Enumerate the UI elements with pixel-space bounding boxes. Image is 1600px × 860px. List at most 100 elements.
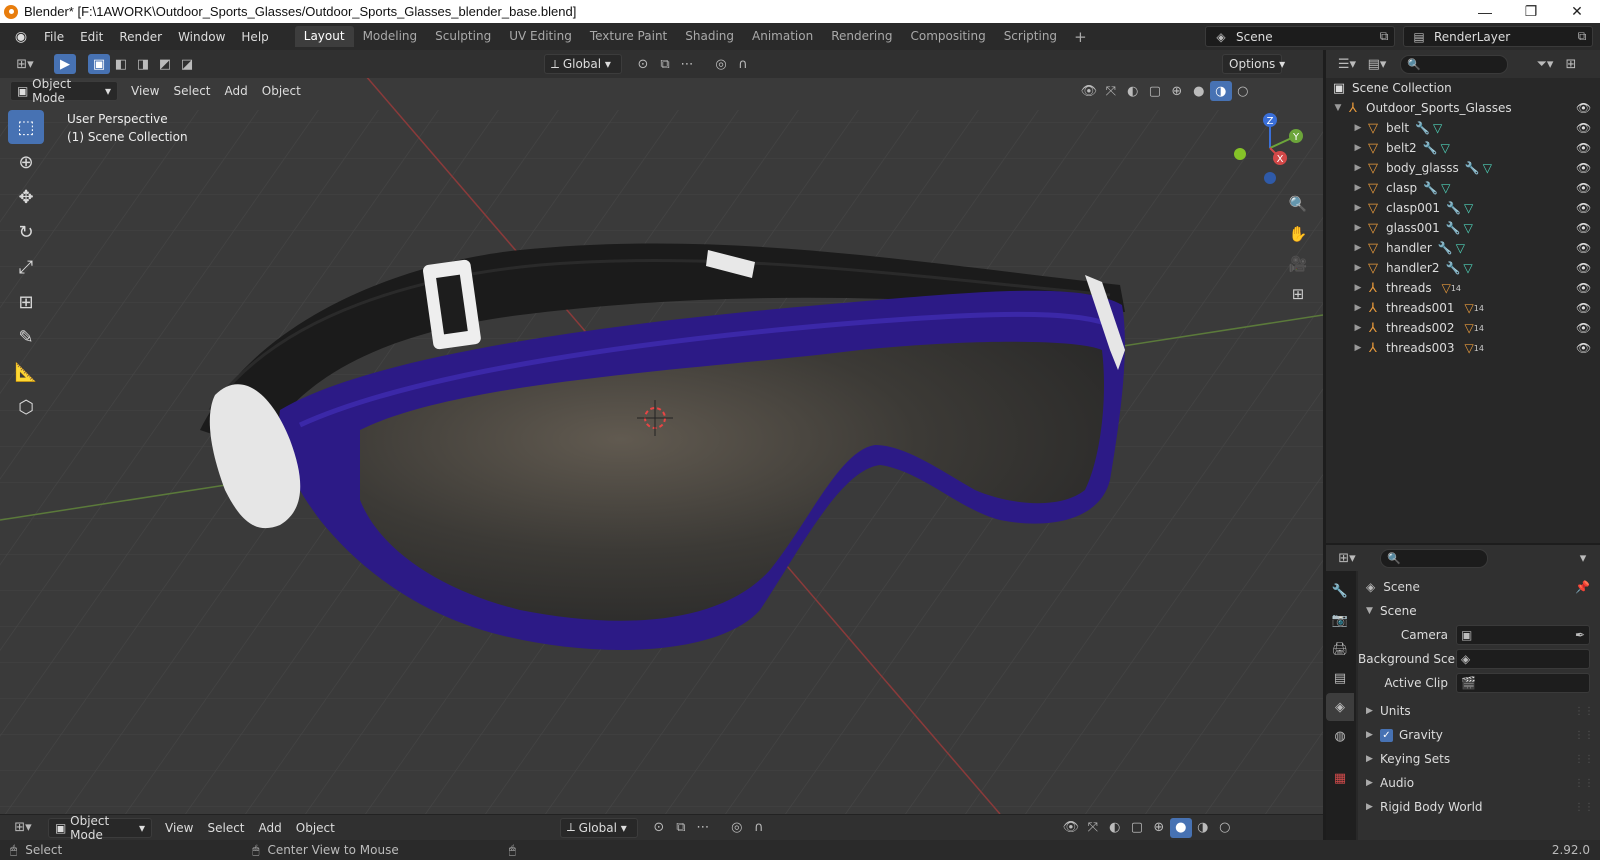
tab-uv-editing[interactable]: UV Editing xyxy=(500,26,581,47)
shading-material-icon[interactable]: ◑ xyxy=(1209,81,1232,101)
visibility-eye-icon[interactable]: 👁 xyxy=(1576,141,1592,155)
mode-extend-icon[interactable]: ◧ xyxy=(110,54,132,74)
section-header[interactable]: ▶ Keying Sets ⋮⋮ xyxy=(1358,747,1600,771)
shading-wire-icon[interactable]: ⊕ xyxy=(1166,81,1188,101)
visibility-eye-icon[interactable]: 👁 xyxy=(1576,281,1592,295)
mesh-data-icon[interactable]: ▽ xyxy=(1464,221,1473,235)
outliner-item[interactable]: ▶ ▽ glass001 🔧 ▽ 👁 xyxy=(1326,218,1600,238)
expand-arrow-icon[interactable]: ▶ xyxy=(1352,243,1364,253)
transform-orientation-dropdown[interactable]: ⟂ Global ▾ xyxy=(544,54,622,74)
minimize-button[interactable]: — xyxy=(1462,4,1508,20)
mesh-data-icon[interactable]: ▽ xyxy=(1465,321,1474,335)
expand-arrow-icon[interactable]: ▶ xyxy=(1352,323,1364,333)
expand-arrow-icon[interactable]: ▶ xyxy=(1352,183,1364,193)
outliner-item[interactable]: ▶ ▽ clasp 🔧 ▽ 👁 xyxy=(1326,178,1600,198)
expand-arrow-icon[interactable]: ▶ xyxy=(1352,203,1364,213)
section-header[interactable]: ▶ Rigid Body World ⋮⋮ xyxy=(1358,795,1600,819)
mode-intersect-icon[interactable]: ◪ xyxy=(176,54,198,74)
outliner-scene-collection[interactable]: ▣ Scene Collection xyxy=(1326,78,1600,98)
world-tab-icon[interactable]: ◍ xyxy=(1326,722,1354,750)
outliner-item[interactable]: ▶ ⅄ threads003 ▽ 14 👁 xyxy=(1326,338,1600,358)
properties-menu-icon[interactable]: ▾ xyxy=(1572,548,1594,568)
bottom-shading-solid-icon[interactable]: ● xyxy=(1169,817,1192,838)
outliner-item[interactable]: ▶ ⅄ threads002 ▽ 14 👁 xyxy=(1326,318,1600,338)
menu-render[interactable]: Render xyxy=(111,27,170,47)
modifier-wrench-icon[interactable]: 🔧 xyxy=(1423,181,1438,195)
bottom-xray-icon[interactable]: ▢ xyxy=(1126,818,1148,838)
scene-name[interactable]: Scene xyxy=(1232,30,1374,44)
bottom-gizmo-icon[interactable]: ⤧ xyxy=(1082,818,1104,838)
properties-search-input[interactable]: 🔍 xyxy=(1380,548,1488,568)
xray-icon[interactable]: ▢ xyxy=(1144,81,1166,101)
modifier-wrench-icon[interactable]: 🔧 xyxy=(1446,201,1461,215)
modifier-wrench-icon[interactable]: 🔧 xyxy=(1438,241,1453,255)
visibility-eye-icon[interactable]: 👁 xyxy=(1576,181,1592,195)
menu-help[interactable]: Help xyxy=(233,27,276,47)
display-mode-icon[interactable]: ▤▾ xyxy=(1362,54,1392,74)
bottom-shading-wire-icon[interactable]: ⊕ xyxy=(1148,818,1170,838)
overlay-icon[interactable]: ◐ xyxy=(1122,81,1144,101)
editor-type-icon[interactable]: ⊞▾ xyxy=(10,54,40,74)
pin-icon[interactable]: 📌 xyxy=(1575,580,1590,594)
expand-arrow-icon[interactable]: ▶ xyxy=(1352,143,1364,153)
bottom-snap-element-icon[interactable]: ⋯ xyxy=(692,818,714,838)
bottom-mode-dropdown[interactable]: ▣ Object Mode ▾ xyxy=(48,814,152,842)
menu-window[interactable]: Window xyxy=(170,27,233,47)
bottom-menu-select[interactable]: Select xyxy=(200,818,251,838)
tab-shading[interactable]: Shading xyxy=(676,26,743,47)
copy-scene-icon[interactable]: ⧉ xyxy=(1374,29,1394,44)
shading-solid-icon[interactable]: ● xyxy=(1188,81,1210,101)
3d-viewport[interactable]: User Perspective (1) Scene Collection ⬚ … xyxy=(0,50,1323,814)
add-cube-tool[interactable]: ⬡ xyxy=(8,390,44,424)
rotate-tool[interactable]: ↻ xyxy=(8,215,44,249)
tab-layout[interactable]: Layout xyxy=(294,26,354,47)
bottom-falloff-icon[interactable]: ∩ xyxy=(748,818,770,838)
gravity-checkbox[interactable]: ✓ xyxy=(1380,728,1393,742)
tab-modeling[interactable]: Modeling xyxy=(354,26,427,47)
filter-icon[interactable]: ⏷▾ xyxy=(1530,54,1560,74)
expand-arrow-icon[interactable]: ▶ xyxy=(1352,163,1364,173)
close-button[interactable]: ✕ xyxy=(1554,3,1600,20)
active-clip-field[interactable]: 🎬 xyxy=(1456,673,1590,693)
mesh-data-icon[interactable]: ▽ xyxy=(1441,181,1450,195)
mesh-data-icon[interactable]: ▽ xyxy=(1433,121,1442,135)
outliner-item[interactable]: ▶ ▽ handler 🔧 ▽ 👁 xyxy=(1326,238,1600,258)
new-collection-icon[interactable]: ⊞ xyxy=(1560,54,1582,74)
visibility-eye-icon[interactable]: 👁 xyxy=(1576,241,1592,255)
bottom-overlay-icon[interactable]: ◐ xyxy=(1104,818,1126,838)
bottom-menu-object[interactable]: Object xyxy=(289,818,342,838)
tab-scripting[interactable]: Scripting xyxy=(995,26,1066,47)
mesh-data-icon[interactable]: ▽ xyxy=(1441,141,1450,155)
bottom-snap-icon[interactable]: ⧉ xyxy=(670,818,692,838)
modifier-wrench-icon[interactable]: 🔧 xyxy=(1415,121,1430,135)
mesh-data-icon[interactable]: ▽ xyxy=(1465,301,1474,315)
menu-select[interactable]: Select xyxy=(166,81,217,101)
outliner-item[interactable]: ▶ ▽ body_glasss 🔧 ▽ 👁 xyxy=(1326,158,1600,178)
modifier-wrench-icon[interactable]: 🔧 xyxy=(1465,161,1480,175)
drag-handle-icon[interactable]: ⋮⋮ xyxy=(1574,778,1594,789)
copy-layer-icon[interactable]: ⧉ xyxy=(1572,29,1592,44)
bottom-transform-orientation[interactable]: ⟂ Global ▾ xyxy=(559,817,638,838)
tab-compositing[interactable]: Compositing xyxy=(901,26,994,47)
blender-menu-icon[interactable]: ◉ xyxy=(6,27,36,47)
tool-tab-icon[interactable]: 🔧 xyxy=(1326,577,1354,605)
outliner-item[interactable]: ▶ ⅄ threads ▽ 14 👁 xyxy=(1326,278,1600,298)
view-layer-name[interactable]: RenderLayer xyxy=(1430,30,1572,44)
measure-tool[interactable]: 📐 xyxy=(8,355,44,389)
collection-visibility-icon[interactable]: 👁 xyxy=(1576,101,1592,115)
camera-view-icon[interactable]: 🎥 xyxy=(1284,250,1312,278)
visibility-eye-icon[interactable]: 👁 xyxy=(1576,201,1592,215)
bottom-menu-view[interactable]: View xyxy=(158,818,200,838)
perspective-toggle-icon[interactable]: ⊞ xyxy=(1284,280,1312,308)
gizmo-toggle-icon[interactable]: ⤧ xyxy=(1100,81,1122,101)
mode-invert-icon[interactable]: ◩ xyxy=(154,54,176,74)
visibility-eye-icon[interactable]: 👁 xyxy=(1576,321,1592,335)
drag-handle-icon[interactable]: ⋮⋮ xyxy=(1574,730,1594,741)
drag-handle-icon[interactable]: ⋮⋮ xyxy=(1574,802,1594,813)
bottom-shading-material-icon[interactable]: ◑ xyxy=(1192,818,1214,838)
drag-handle-icon[interactable]: ⋮⋮ xyxy=(1574,754,1594,765)
menu-add[interactable]: Add xyxy=(218,81,255,101)
scene-selector[interactable]: ◈ Scene ⧉ xyxy=(1205,26,1395,47)
view-layer-tab-icon[interactable]: ▤ xyxy=(1326,664,1354,692)
menu-file[interactable]: File xyxy=(36,27,72,47)
